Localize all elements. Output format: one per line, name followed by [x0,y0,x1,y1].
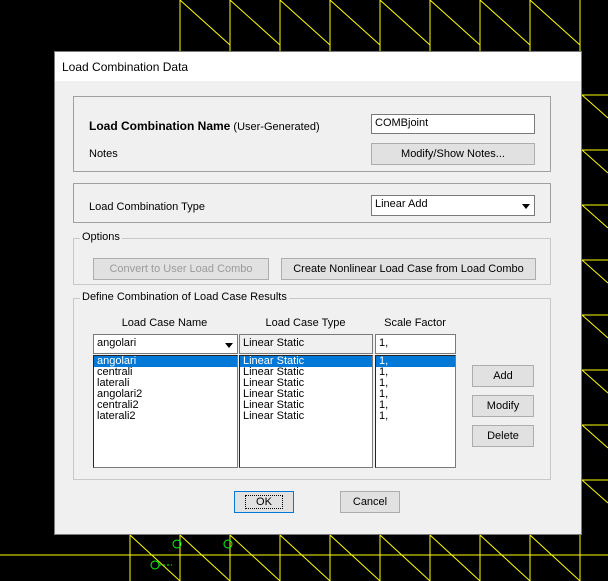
convert-to-user-combo-button: Convert to User Load Combo [93,258,269,280]
ok-button[interactable]: OK [234,491,294,513]
load-case-name-value: angolari [97,337,137,349]
chevron-down-icon[interactable] [221,336,236,353]
options-group: Options Convert to User Load Combo Creat… [73,231,551,285]
load-case-name-list[interactable]: angolari centrali laterali angolari2 central… [93,355,238,468]
combination-name-label: Load Combination Name (User-Generated) [89,119,320,133]
ok-label: OK [245,495,283,509]
options-legend: Options [80,231,122,243]
column-header-load-case-type: Load Case Type [265,317,346,329]
add-button[interactable]: Add [472,365,534,387]
define-combination-legend: Define Combination of Load Case Results [80,291,289,303]
modify-show-notes-button[interactable]: Modify/Show Notes... [371,143,535,165]
load-case-name-select[interactable]: angolari [93,334,238,354]
list-item[interactable]: Linear Static [240,411,372,422]
load-combination-dialog: Load Combination Data Load Combination N… [54,51,582,535]
combination-type-value: Linear Add [375,198,428,210]
combination-type-label: Load Combination Type [89,201,205,213]
chevron-down-icon[interactable] [518,197,533,215]
define-combination-group: Define Combination of Load Case Results … [73,291,551,480]
load-case-type-field: Linear Static [239,334,373,354]
modify-button[interactable]: Modify [472,395,534,417]
scale-factor-input[interactable]: 1, [375,334,456,354]
column-header-scale-factor: Scale Factor [384,317,446,329]
column-header-load-case-name: Load Case Name [121,317,208,329]
combination-name-input[interactable]: COMBjoint [371,114,535,134]
notes-label: Notes [89,148,118,160]
type-panel: Load Combination Type Linear Add [73,183,551,223]
list-item[interactable]: 1, [376,411,455,422]
create-nonlinear-load-case-button[interactable]: Create Nonlinear Load Case from Load Com… [281,258,536,280]
dialog-titlebar: Load Combination Data [55,52,581,81]
load-case-type-list[interactable]: Linear Static Linear Static Linear Static L… [239,355,373,468]
cancel-button[interactable]: Cancel [340,491,400,513]
list-item[interactable]: laterali2 [94,411,237,422]
delete-button[interactable]: Delete [472,425,534,447]
combination-type-select[interactable]: Linear Add [371,195,535,216]
dialog-title: Load Combination Data [62,60,189,74]
name-panel: Load Combination Name (User-Generated) C… [73,96,551,172]
scale-factor-list[interactable]: 1, 1, 1, 1, 1, 1, [375,355,456,468]
